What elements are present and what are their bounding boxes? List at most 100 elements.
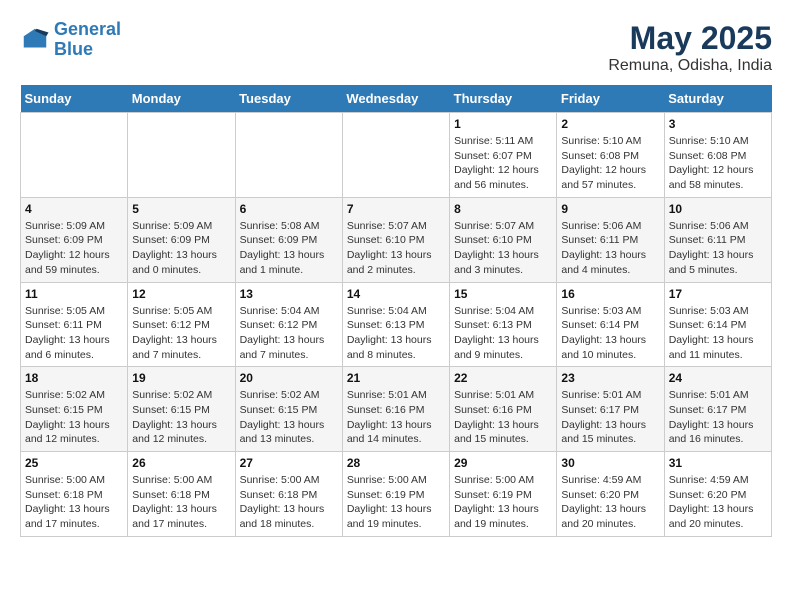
calendar-cell: 7 Sunrise: 5:07 AM Sunset: 6:10 PM Daylig… (342, 197, 449, 282)
calendar-cell: 31 Sunrise: 4:59 AM Sunset: 6:20 PM Dayli… (664, 452, 771, 537)
day-info: Sunrise: 5:05 AM Sunset: 6:12 PM Dayligh… (132, 304, 230, 363)
calendar-cell (235, 113, 342, 198)
day-info: Sunrise: 5:09 AM Sunset: 6:09 PM Dayligh… (132, 219, 230, 278)
calendar-cell: 10Sunrise: 5:06 AM Sunset: 6:11 PM Dayli… (664, 197, 771, 282)
day-info: Sunrise: 5:04 AM Sunset: 6:13 PM Dayligh… (454, 304, 552, 363)
day-info: Sunrise: 5:03 AM Sunset: 6:14 PM Dayligh… (669, 304, 767, 363)
day-number: 17 (669, 287, 767, 301)
day-info: Sunrise: 5:01 AM Sunset: 6:17 PM Dayligh… (669, 388, 767, 447)
calendar-week-4: 18Sunrise: 5:02 AM Sunset: 6:15 PM Dayli… (21, 367, 772, 452)
calendar-cell: 23Sunrise: 5:01 AM Sunset: 6:17 PM Dayli… (557, 367, 664, 452)
weekday-header-saturday: Saturday (664, 85, 771, 113)
day-number: 22 (454, 371, 552, 385)
day-number: 16 (561, 287, 659, 301)
day-number: 26 (132, 456, 230, 470)
day-number: 20 (240, 371, 338, 385)
calendar-week-5: 25 Sunrise: 5:00 AM Sunset: 6:18 PM Dayli… (21, 452, 772, 537)
calendar-cell: 9 Sunrise: 5:06 AM Sunset: 6:11 PM Daylig… (557, 197, 664, 282)
day-number: 30 (561, 456, 659, 470)
day-number: 11 (25, 287, 123, 301)
day-number: 7 (347, 202, 445, 216)
calendar-cell (21, 113, 128, 198)
weekday-header-tuesday: Tuesday (235, 85, 342, 113)
weekday-header-wednesday: Wednesday (342, 85, 449, 113)
day-number: 9 (561, 202, 659, 216)
day-info: Sunrise: 5:03 AM Sunset: 6:14 PM Dayligh… (561, 304, 659, 363)
calendar-cell: 17 Sunrise: 5:03 AM Sunset: 6:14 PM Dayli… (664, 282, 771, 367)
day-number: 15 (454, 287, 552, 301)
day-number: 25 (25, 456, 123, 470)
day-number: 28 (347, 456, 445, 470)
day-number: 27 (240, 456, 338, 470)
day-info: Sunrise: 5:04 AM Sunset: 6:13 PM Dayligh… (347, 304, 445, 363)
day-info: Sunrise: 5:05 AM Sunset: 6:11 PM Dayligh… (25, 304, 123, 363)
day-number: 1 (454, 117, 552, 131)
title-block: May 2025 Remuna, Odisha, India (608, 20, 772, 75)
day-number: 10 (669, 202, 767, 216)
calendar-cell: 20Sunrise: 5:02 AM Sunset: 6:15 PM Dayli… (235, 367, 342, 452)
calendar-cell: 11 Sunrise: 5:05 AM Sunset: 6:11 PM Dayli… (21, 282, 128, 367)
day-info: Sunrise: 4:59 AM Sunset: 6:20 PM Dayligh… (669, 473, 767, 532)
day-info: Sunrise: 5:02 AM Sunset: 6:15 PM Dayligh… (132, 388, 230, 447)
day-info: Sunrise: 5:00 AM Sunset: 6:18 PM Dayligh… (25, 473, 123, 532)
calendar-week-2: 4 Sunrise: 5:09 AM Sunset: 6:09 PM Daylig… (21, 197, 772, 282)
calendar-cell: 24 Sunrise: 5:01 AM Sunset: 6:17 PM Dayli… (664, 367, 771, 452)
calendar-cell: 26 Sunrise: 5:00 AM Sunset: 6:18 PM Dayli… (128, 452, 235, 537)
calendar-cell: 30 Sunrise: 4:59 AM Sunset: 6:20 PM Dayli… (557, 452, 664, 537)
calendar-cell: 15 Sunrise: 5:04 AM Sunset: 6:13 PM Dayli… (450, 282, 557, 367)
calendar-cell: 27Sunrise: 5:00 AM Sunset: 6:18 PM Dayli… (235, 452, 342, 537)
day-number: 5 (132, 202, 230, 216)
calendar-cell: 16 Sunrise: 5:03 AM Sunset: 6:14 PM Dayli… (557, 282, 664, 367)
calendar-cell (342, 113, 449, 198)
day-number: 12 (132, 287, 230, 301)
day-info: Sunrise: 4:59 AM Sunset: 6:20 PM Dayligh… (561, 473, 659, 532)
day-info: Sunrise: 5:00 AM Sunset: 6:18 PM Dayligh… (132, 473, 230, 532)
weekday-header-friday: Friday (557, 85, 664, 113)
day-info: Sunrise: 5:01 AM Sunset: 6:16 PM Dayligh… (347, 388, 445, 447)
calendar-cell: 2 Sunrise: 5:10 AM Sunset: 6:08 PM Daylig… (557, 113, 664, 198)
day-info: Sunrise: 5:07 AM Sunset: 6:10 PM Dayligh… (454, 219, 552, 278)
page-header: GeneralBlue May 2025 Remuna, Odisha, Ind… (20, 20, 772, 75)
calendar-cell: 12 Sunrise: 5:05 AM Sunset: 6:12 PM Dayli… (128, 282, 235, 367)
day-info: Sunrise: 5:02 AM Sunset: 6:15 PM Dayligh… (25, 388, 123, 447)
calendar-cell: 18Sunrise: 5:02 AM Sunset: 6:15 PM Dayli… (21, 367, 128, 452)
day-number: 8 (454, 202, 552, 216)
day-number: 29 (454, 456, 552, 470)
calendar-cell: 6Sunrise: 5:08 AM Sunset: 6:09 PM Daylig… (235, 197, 342, 282)
calendar-cell: 28 Sunrise: 5:00 AM Sunset: 6:19 PM Dayli… (342, 452, 449, 537)
calendar-cell: 13Sunrise: 5:04 AM Sunset: 6:12 PM Dayli… (235, 282, 342, 367)
calendar-cell: 3 Sunrise: 5:10 AM Sunset: 6:08 PM Daylig… (664, 113, 771, 198)
calendar-cell: 29Sunrise: 5:00 AM Sunset: 6:19 PM Dayli… (450, 452, 557, 537)
day-info: Sunrise: 5:01 AM Sunset: 6:16 PM Dayligh… (454, 388, 552, 447)
day-info: Sunrise: 5:10 AM Sunset: 6:08 PM Dayligh… (669, 134, 767, 193)
calendar-table: SundayMondayTuesdayWednesdayThursdayFrid… (20, 85, 772, 537)
day-info: Sunrise: 5:04 AM Sunset: 6:12 PM Dayligh… (240, 304, 338, 363)
day-number: 21 (347, 371, 445, 385)
calendar-cell: 1Sunrise: 5:11 AM Sunset: 6:07 PM Daylig… (450, 113, 557, 198)
calendar-cell: 4 Sunrise: 5:09 AM Sunset: 6:09 PM Daylig… (21, 197, 128, 282)
day-info: Sunrise: 5:00 AM Sunset: 6:19 PM Dayligh… (347, 473, 445, 532)
weekday-header-thursday: Thursday (450, 85, 557, 113)
calendar-body: 1Sunrise: 5:11 AM Sunset: 6:07 PM Daylig… (21, 113, 772, 537)
calendar-cell: 19Sunrise: 5:02 AM Sunset: 6:15 PM Dayli… (128, 367, 235, 452)
calendar-cell: 22 Sunrise: 5:01 AM Sunset: 6:16 PM Dayli… (450, 367, 557, 452)
logo: GeneralBlue (20, 20, 121, 60)
day-number: 31 (669, 456, 767, 470)
day-info: Sunrise: 5:07 AM Sunset: 6:10 PM Dayligh… (347, 219, 445, 278)
logo-icon (20, 25, 50, 55)
main-title: May 2025 (608, 20, 772, 57)
day-number: 2 (561, 117, 659, 131)
calendar-cell: 5 Sunrise: 5:09 AM Sunset: 6:09 PM Daylig… (128, 197, 235, 282)
day-info: Sunrise: 5:09 AM Sunset: 6:09 PM Dayligh… (25, 219, 123, 278)
calendar-header-row: SundayMondayTuesdayWednesdayThursdayFrid… (21, 85, 772, 113)
day-number: 23 (561, 371, 659, 385)
weekday-header-sunday: Sunday (21, 85, 128, 113)
day-number: 3 (669, 117, 767, 131)
day-info: Sunrise: 5:06 AM Sunset: 6:11 PM Dayligh… (561, 219, 659, 278)
calendar-cell: 8 Sunrise: 5:07 AM Sunset: 6:10 PM Daylig… (450, 197, 557, 282)
day-number: 24 (669, 371, 767, 385)
day-info: Sunrise: 5:10 AM Sunset: 6:08 PM Dayligh… (561, 134, 659, 193)
day-number: 4 (25, 202, 123, 216)
day-number: 6 (240, 202, 338, 216)
calendar-cell: 14Sunrise: 5:04 AM Sunset: 6:13 PM Dayli… (342, 282, 449, 367)
